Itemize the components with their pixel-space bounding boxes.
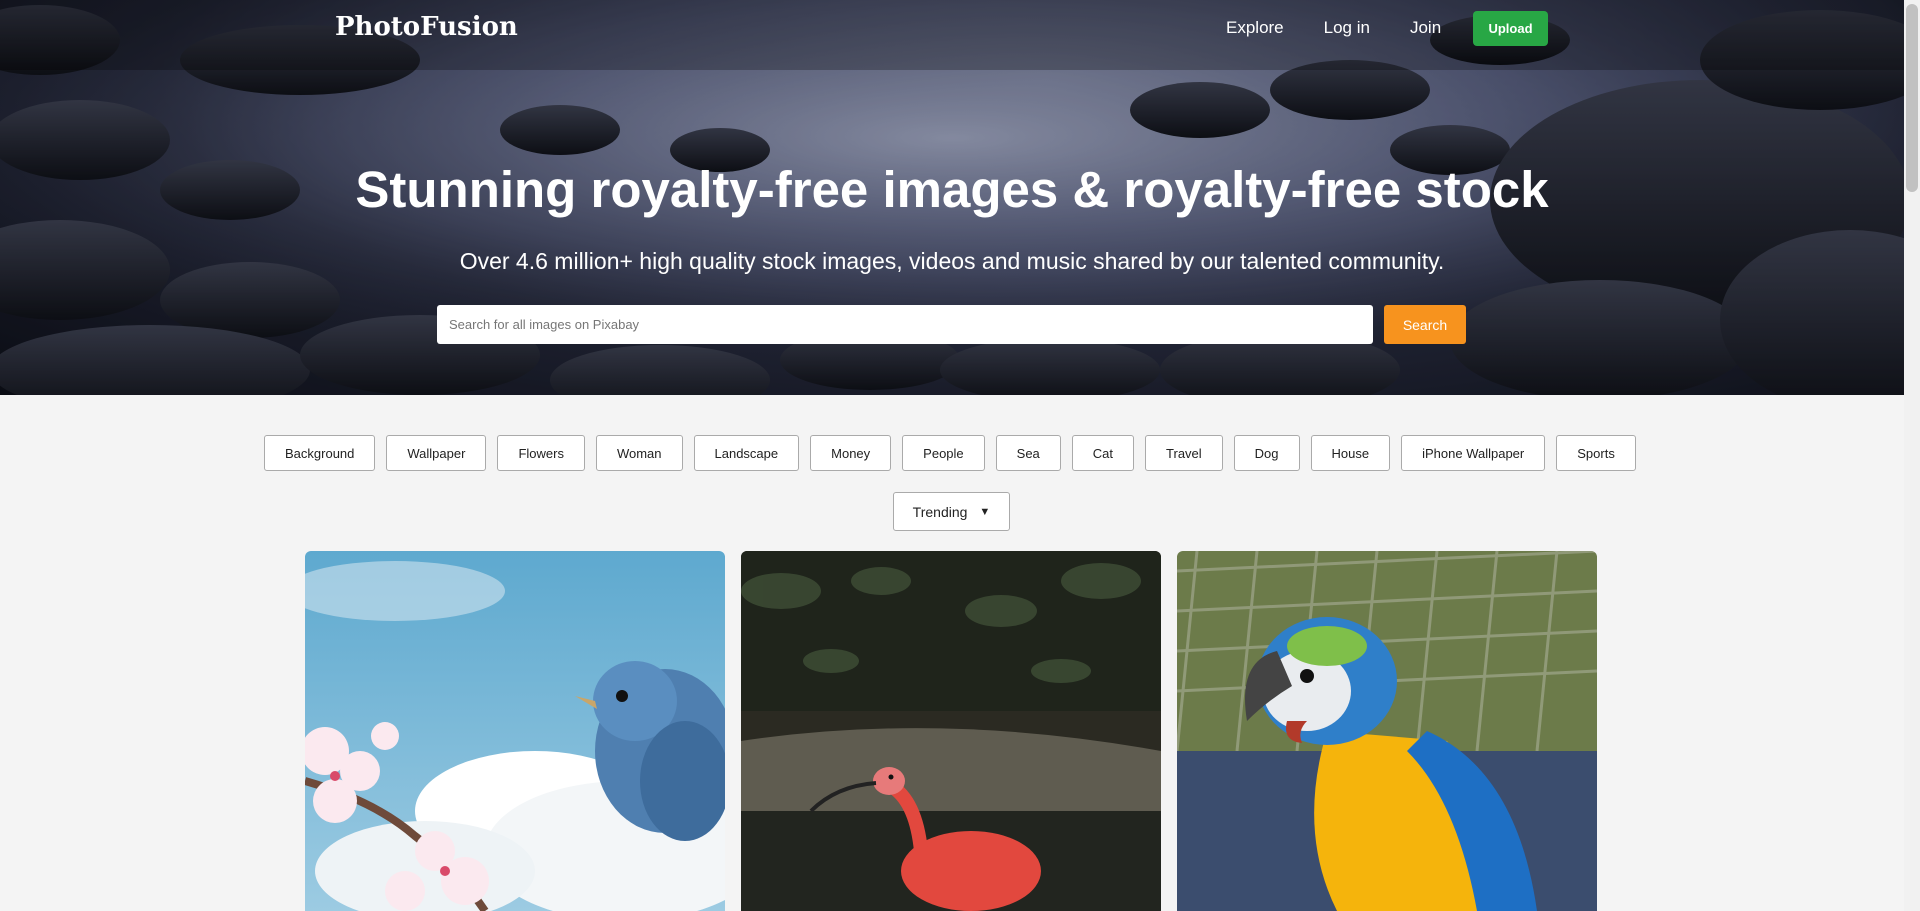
nav-links: Explore Log in Join	[1226, 18, 1481, 38]
hero-title: Stunning royalty-free images & royalty-f…	[355, 161, 1549, 218]
tag-flowers[interactable]: Flowers	[497, 435, 585, 471]
nav-explore-link[interactable]: Explore	[1226, 18, 1284, 38]
page-scrollbar[interactable]	[1904, 0, 1920, 911]
blue-bird-photo	[305, 551, 725, 911]
top-navigation: PhotoFusion Explore Log in Join Upload	[0, 0, 1904, 60]
sort-select[interactable]: Trending ▼	[893, 492, 1010, 531]
macaw-photo	[1177, 551, 1597, 911]
tag-woman[interactable]: Woman	[595, 435, 683, 471]
nav-join-link[interactable]: Join	[1410, 18, 1441, 38]
gallery-image-card[interactable]	[741, 551, 1161, 911]
tag-house[interactable]: House	[1310, 435, 1391, 471]
tag-list: Background Wallpaper Flowers Woman Lands…	[264, 435, 1647, 471]
gallery-image-card[interactable]	[1177, 551, 1597, 911]
tag-people[interactable]: People	[902, 435, 985, 471]
scrollbar-thumb[interactable]	[1906, 4, 1918, 192]
site-logo[interactable]: PhotoFusion	[335, 12, 518, 42]
hero-subtitle: Over 4.6 million+ high quality stock ima…	[459, 248, 1445, 274]
tag-landscape[interactable]: Landscape	[693, 435, 800, 471]
tag-sea[interactable]: Sea	[995, 435, 1061, 471]
scarlet-ibis-photo	[741, 551, 1161, 911]
upload-button[interactable]: Upload	[1473, 11, 1548, 46]
chevron-down-icon: ▼	[979, 505, 991, 518]
tag-iphone-wallpaper[interactable]: iPhone Wallpaper	[1401, 435, 1546, 471]
tag-sports[interactable]: Sports	[1556, 435, 1636, 471]
tag-dog[interactable]: Dog	[1233, 435, 1300, 471]
hero-banner: PhotoFusion Explore Log in Join Upload S…	[0, 0, 1904, 395]
tag-money[interactable]: Money	[810, 435, 892, 471]
nav-login-link[interactable]: Log in	[1324, 18, 1370, 38]
tag-cat[interactable]: Cat	[1071, 435, 1135, 471]
sort-selected-label: Trending	[912, 503, 968, 520]
tag-wallpaper[interactable]: Wallpaper	[386, 435, 487, 471]
search-input[interactable]	[437, 305, 1373, 344]
gallery-image-card[interactable]	[305, 551, 725, 911]
tag-travel[interactable]: Travel	[1145, 435, 1223, 471]
tag-background[interactable]: Background	[264, 435, 376, 471]
search-button[interactable]: Search	[1384, 305, 1466, 344]
